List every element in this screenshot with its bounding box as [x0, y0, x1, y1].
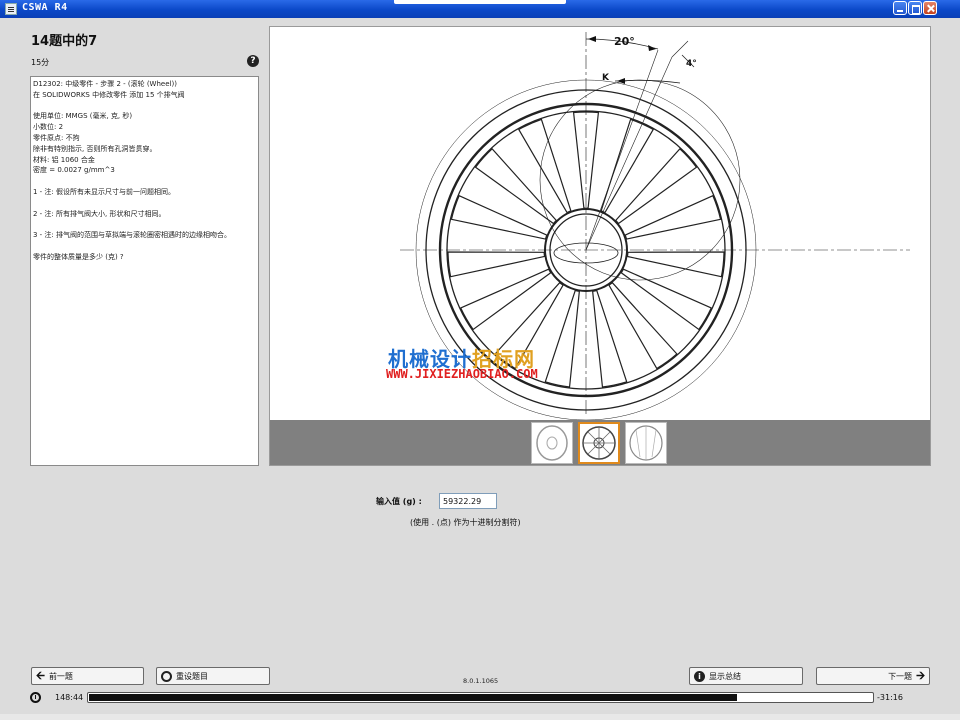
wheel-drawing: 20° 4° K 机械设计招标网 WWW.JIXIEZHAOBIAO.COM	[270, 27, 930, 421]
restore-button[interactable]	[908, 1, 922, 15]
wheel-spoke	[614, 147, 698, 225]
reset-question-button[interactable]: 重设题目	[156, 667, 270, 685]
prev-question-button[interactable]: 🡨 前一题	[31, 667, 144, 685]
watermark-url: WWW.JIXIEZHAOBIAO.COM	[386, 367, 538, 381]
wheel-spoke	[592, 289, 628, 388]
wheel-spoke	[620, 268, 713, 331]
wheel-spoke	[517, 118, 572, 214]
dimension-k: K	[602, 73, 609, 83]
thumbnail-wheel-icon	[536, 425, 568, 461]
show-summary-button[interactable]: i 显示总结	[689, 667, 803, 685]
answer-input[interactable]	[439, 493, 497, 509]
title-bar: CSWA R4	[0, 0, 960, 18]
minimize-button[interactable]	[893, 1, 907, 15]
thumbnail-1[interactable]	[531, 422, 573, 464]
close-button[interactable]	[923, 1, 937, 15]
next-question-label: 下一题	[888, 671, 913, 681]
window-title: CSWA R4	[22, 2, 68, 13]
time-progress-fill	[89, 694, 737, 701]
wheel-spoke	[474, 147, 558, 225]
wheel-spoke	[459, 268, 552, 331]
clock-icon	[30, 692, 41, 703]
thumbnail-wheel-icon	[629, 425, 663, 461]
title-tab-strip	[394, 0, 566, 4]
window-bottom-edge	[0, 714, 960, 720]
arrow-left-icon: 🡨	[36, 668, 45, 682]
arrow-right-icon: 🡪	[916, 668, 925, 682]
thumbnail-2[interactable]	[578, 422, 620, 464]
remaining-time: -31:16	[877, 693, 903, 702]
wheel-spoke	[450, 194, 548, 240]
question-mark-icon[interactable]: ?	[247, 55, 259, 67]
wheel-spoke	[447, 251, 546, 278]
version-text: 8.0.1.1065	[463, 677, 499, 685]
show-summary-label: 显示总结	[709, 671, 741, 681]
wheel-spoke	[624, 194, 722, 240]
dimension-4deg: 4°	[686, 59, 697, 69]
dimension-20deg: 20°	[614, 35, 635, 48]
time-progress-bar	[87, 692, 874, 703]
question-points: 15分	[31, 58, 50, 67]
prev-question-label: 前一题	[48, 671, 73, 681]
answer-hint: (使用 . (点) 作为十进制分割符)	[410, 518, 521, 527]
image-viewer: 20° 4° K 机械设计招标网 WWW.JIXIEZHAOBIAO.COM	[269, 26, 931, 466]
reset-question-label: 重设题目	[176, 671, 208, 681]
thumbnail-wheel-icon	[582, 426, 616, 460]
reset-icon	[161, 670, 172, 682]
info-icon: i	[694, 670, 705, 682]
answer-label: 输入值 (g) :	[376, 497, 422, 506]
elapsed-time: 148:44	[55, 693, 84, 702]
question-text: D12302: 中级零件 - 步骤 2 - (滚轮 (Wheel)) 在 SOL…	[30, 76, 259, 466]
question-header: 14题中的7	[31, 34, 98, 49]
wheel-spoke	[626, 251, 725, 278]
app-icon	[5, 3, 17, 15]
wheel-drawing-svg	[400, 32, 910, 421]
wheel-spoke	[544, 289, 580, 388]
thumbnail-3[interactable]	[625, 422, 667, 464]
next-question-button[interactable]: 下一题 🡪	[816, 667, 930, 685]
wheel-spoke	[608, 281, 678, 370]
